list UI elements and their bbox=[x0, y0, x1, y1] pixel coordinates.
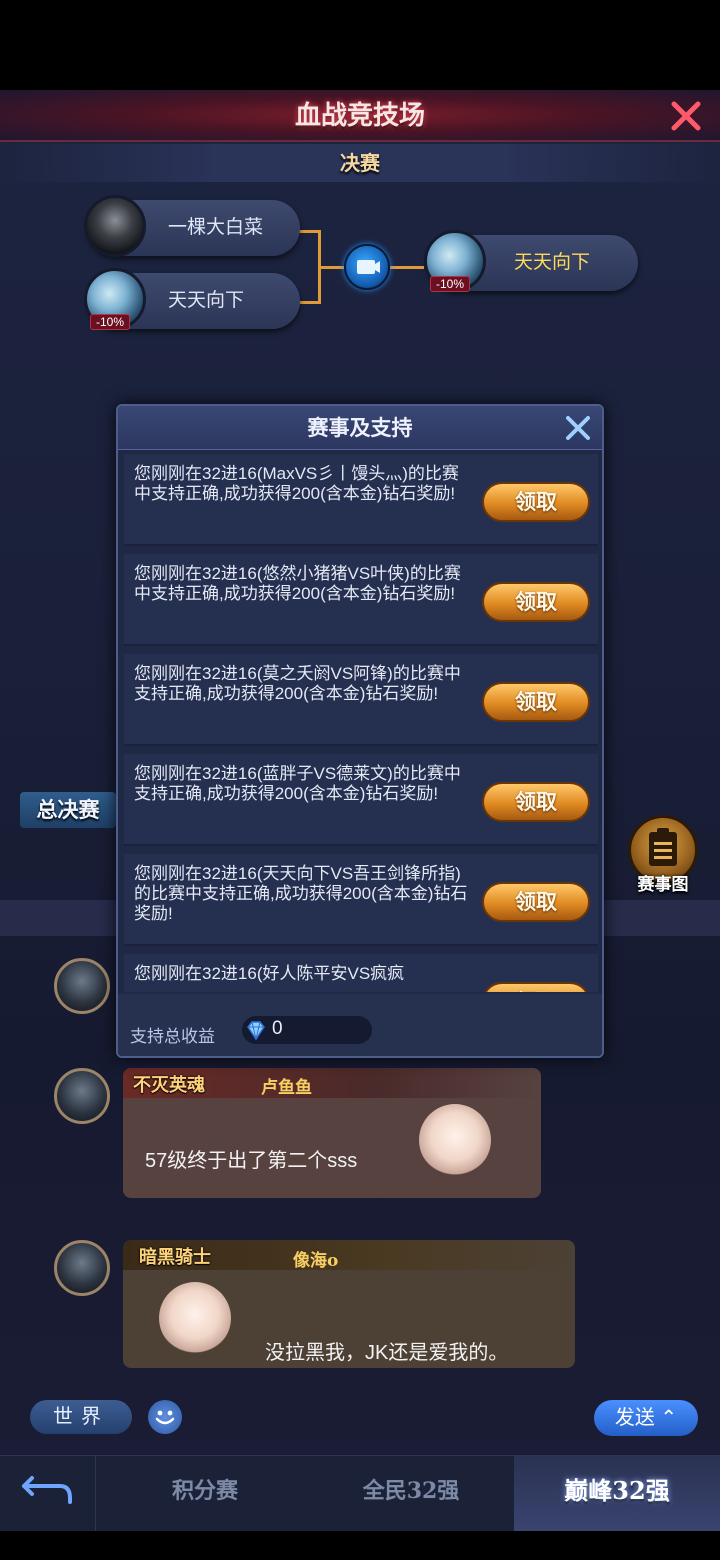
send-button[interactable]: 发送 ⌃ bbox=[594, 1400, 698, 1436]
reward-text: 您刚刚在32进16(MaxVS彡丨馒头灬)的比赛中支持正确,成功获得200(含本… bbox=[134, 464, 459, 503]
list-item: 您刚刚在32进16(天天向下VS吾王剑锋所指)的比赛中支持正确,成功获得200(… bbox=[124, 854, 598, 946]
modal-header: 赛事及支持 bbox=[118, 406, 602, 450]
tab-top32-all[interactable]: 全民32强 bbox=[312, 1456, 510, 1532]
modal-footer: 支持总收益 0 bbox=[118, 994, 602, 1056]
sticker-image bbox=[159, 1282, 231, 1354]
bracket-line bbox=[318, 266, 344, 269]
chat-avatar[interactable] bbox=[54, 958, 110, 1014]
close-icon[interactable] bbox=[666, 96, 706, 136]
back-arrow-icon bbox=[22, 1476, 72, 1504]
total-earnings-box: 0 bbox=[242, 1016, 372, 1044]
reward-text: 您刚刚在32进16(悠然小猪猪VS叶侠)的比赛中支持正确,成功获得200(含本金… bbox=[134, 564, 461, 603]
reward-text: 您刚刚在32进16(好人陈平安VS疯疯 bbox=[134, 964, 405, 983]
bracket-line bbox=[298, 230, 320, 233]
claim-button[interactable]: 领取 bbox=[482, 682, 590, 722]
bracket-line bbox=[390, 266, 424, 269]
user-name[interactable]: 像海o bbox=[293, 1246, 338, 1271]
total-earnings-value: 0 bbox=[272, 1018, 283, 1039]
close-icon[interactable] bbox=[562, 412, 594, 444]
list-item: 您刚刚在32进16(好人陈平安VS疯疯 领取 bbox=[124, 954, 598, 992]
claim-button[interactable]: 领取 bbox=[482, 582, 590, 622]
chat-bubble: 暗黑骑士 像海o 没拉黑我，JK还是爱我的。 bbox=[123, 1240, 575, 1368]
user-title: 暗黑骑士 bbox=[139, 1247, 211, 1268]
reward-text: 您刚刚在32进16(天天向下VS吾王剑锋所指)的比赛中支持正确,成功获得200(… bbox=[134, 864, 468, 923]
list-item: 您刚刚在32进16(MaxVS彡丨馒头灬)的比赛中支持正确,成功获得200(含本… bbox=[124, 454, 598, 546]
chat-input[interactable] bbox=[190, 1400, 582, 1434]
reward-text: 您刚刚在32进16(蓝胖子VS德莱文)的比赛中支持正确,成功获得200(含本金)… bbox=[134, 764, 461, 803]
header-bar: 血战竞技场 bbox=[0, 90, 720, 142]
replay-button[interactable] bbox=[344, 244, 390, 290]
claim-button[interactable]: 领取 bbox=[482, 982, 590, 992]
reward-text: 您刚刚在32进16(莫之夭阏VS阿锋)的比赛中支持正确,成功获得200(含本金)… bbox=[134, 664, 461, 703]
chat-avatar[interactable] bbox=[54, 1240, 110, 1296]
smile-icon bbox=[155, 1410, 175, 1425]
navigation-bar bbox=[0, 1531, 720, 1560]
claim-button[interactable]: 领取 bbox=[482, 782, 590, 822]
bracket-line bbox=[298, 301, 320, 304]
tab-points-match[interactable]: 积分赛 bbox=[110, 1456, 300, 1532]
player1-avatar bbox=[84, 195, 146, 257]
diamond-icon bbox=[247, 1021, 265, 1041]
bracket-map-label: 赛事图 bbox=[637, 875, 689, 895]
stage-banner: 决赛 bbox=[0, 144, 720, 182]
chat-input-bar: 世界 发送 ⌃ bbox=[0, 1390, 720, 1450]
modal-title: 赛事及支持 bbox=[307, 415, 413, 440]
chat-avatar[interactable] bbox=[54, 1068, 110, 1124]
send-label: 发送 bbox=[614, 1407, 655, 1429]
winner-name: 天天向下 bbox=[514, 252, 591, 273]
list-item: 您刚刚在32进16(蓝胖子VS德莱文)的比赛中支持正确,成功获得200(含本金)… bbox=[124, 754, 598, 846]
total-earnings-label: 支持总收益 bbox=[130, 1027, 215, 1046]
tab-peak-top32[interactable]: 巅峰32强 bbox=[514, 1456, 720, 1532]
bottom-nav: 积分赛 全民32强 巅峰32强 bbox=[0, 1455, 720, 1532]
list-item: 您刚刚在32进16(莫之夭阏VS阿锋)的比赛中支持正确,成功获得200(含本金)… bbox=[124, 654, 598, 746]
support-modal: 赛事及支持 您刚刚在32进16(MaxVS彡丨馒头灬)的比赛中支持正确,成功获得… bbox=[116, 404, 604, 1058]
reward-list[interactable]: 您刚刚在32进16(MaxVS彡丨馒头灬)的比赛中支持正确,成功获得200(含本… bbox=[124, 454, 598, 992]
video-icon bbox=[357, 260, 380, 274]
badge-decrease: -10% bbox=[90, 314, 131, 330]
channel-button[interactable]: 世界 bbox=[30, 1400, 132, 1434]
back-button[interactable] bbox=[0, 1456, 96, 1532]
message-text: 没拉黑我，JK还是爱我的。 bbox=[265, 1342, 509, 1364]
player-name: 天天向下 bbox=[168, 290, 245, 311]
arrow-up-icon: ⌃ bbox=[660, 1407, 678, 1429]
stage-title: 决赛 bbox=[340, 151, 380, 175]
player-name: 一棵大白菜 bbox=[168, 217, 264, 238]
chat-bubble: 不灭英魂 卢鱼鱼 57级终于出了第二个sss bbox=[123, 1068, 541, 1198]
list-item: 您刚刚在32进16(悠然小猪猪VS叶侠)的比赛中支持正确,成功获得200(含本金… bbox=[124, 554, 598, 646]
finals-label[interactable]: 总决赛 bbox=[20, 792, 116, 828]
page-title: 血战竞技场 bbox=[294, 101, 425, 131]
sticker-image bbox=[419, 1104, 491, 1176]
user-title: 不灭英魂 bbox=[133, 1075, 205, 1096]
claim-button[interactable]: 领取 bbox=[482, 482, 590, 522]
badge-decrease: -10% bbox=[430, 276, 471, 292]
status-bar bbox=[0, 0, 720, 90]
claim-button[interactable]: 领取 bbox=[482, 882, 590, 922]
user-name[interactable]: 卢鱼鱼 bbox=[261, 1073, 312, 1098]
emoji-button[interactable] bbox=[148, 1400, 182, 1434]
message-text: 57级终于出了第二个sss bbox=[145, 1150, 358, 1172]
